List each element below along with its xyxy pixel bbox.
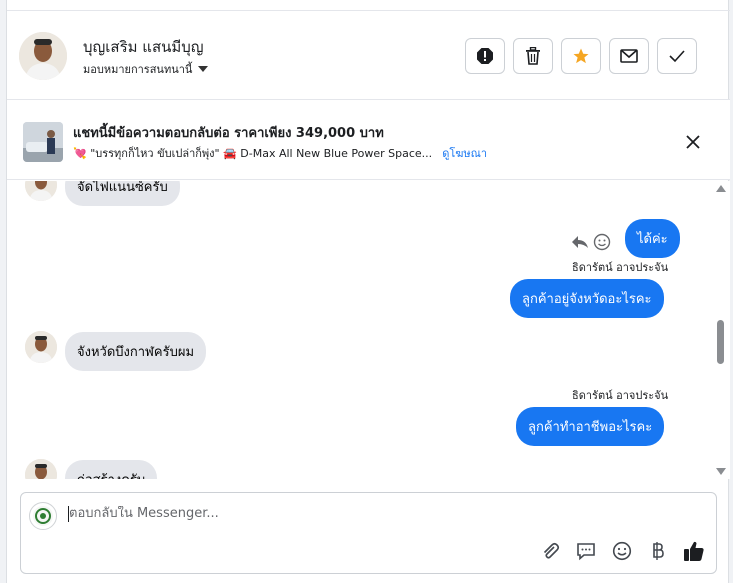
check-icon [669,50,685,63]
ad-subtitle-row: 💘 "บรรทุกก็ไหว ขับเปล่าก็พุ่ง" 🚘 D-Max A… [73,144,487,162]
react-emoji-icon[interactable] [593,233,611,251]
reply-input[interactable] [69,506,669,521]
ad-context-banner: แชทนี้มีข้อความตอบกลับต่อ ราคาเพียง 349,… [7,100,730,180]
contact-avatar-small [25,459,57,479]
page-avatar [29,502,57,530]
sender-name: ธิดารัตน์ อาจประจัน [572,261,669,274]
scroll-down-arrow-icon[interactable] [716,468,726,475]
composer-tools [539,540,705,562]
saved-reply-icon [577,543,595,561]
scroll-up-arrow-icon[interactable] [716,185,726,192]
message-outgoing[interactable]: ลูกค้าทำอาชีพอะไรคะ [516,407,665,446]
chevron-down-icon [198,66,209,72]
message-incoming[interactable]: จัดไฟแนนซ์ครับ [65,181,180,206]
send-like-button[interactable] [683,540,705,562]
close-icon [686,135,700,149]
ad-thumbnail[interactable] [23,122,63,162]
message-thread[interactable]: จัดไฟแนนซ์ครับ ได้ค่ะ ธิดารัตน์ อาจประจั… [7,181,730,479]
assign-label: มอบหมายการสนทนานี้ [83,63,193,76]
thumbs-up-icon [684,541,704,561]
mail-icon [620,49,638,63]
thread-scrollbar[interactable] [712,181,726,479]
mark-unread-button[interactable] [609,38,649,74]
message-outgoing[interactable]: ได้ค่ะ [625,219,680,258]
message-incoming[interactable]: จังหวัดบึงกาฬครับผม [65,332,207,371]
scrollbar-thumb[interactable] [717,320,724,364]
emoji-button[interactable] [611,540,633,562]
payment-button[interactable] [647,540,669,562]
message-actions [571,233,611,251]
inbox-frame: บุญเสริม แสนมีบุญ มอบหมายการสนทนานี้ แชท… [6,0,730,583]
star-icon [573,48,589,64]
delete-button[interactable] [513,38,553,74]
message-incoming[interactable]: ก่อสร้างครับ [65,460,158,479]
view-ad-link[interactable]: ดูโฆษณา [442,144,487,162]
contact-avatar[interactable] [19,32,67,80]
ad-subtitle: 💘 "บรรทุกก็ไหว ขับเปล่าก็พุ่ง" 🚘 D-Max A… [73,147,433,160]
reply-icon[interactable] [571,234,589,250]
reply-composer [20,492,717,574]
assign-dropdown[interactable]: มอบหมายการสนทนานี้ [83,60,209,78]
close-ad-banner-button[interactable] [683,132,703,152]
saved-replies-button[interactable] [575,540,597,562]
contact-name[interactable]: บุญเสริม แสนมีบุญ [83,35,204,59]
ad-title: แชทนี้มีข้อความตอบกลับต่อ ราคาเพียง 349,… [73,126,384,141]
star-button[interactable] [561,38,601,74]
message-outgoing[interactable]: ลูกค้าอยู่จังหวัดอะไรคะ [510,279,664,318]
mark-spam-button[interactable] [465,38,505,74]
contact-avatar-small [25,331,57,363]
header-actions [465,38,697,74]
sender-name: ธิดารัตน์ อาจประจัน [572,389,669,402]
emoji-icon [612,541,632,561]
conversation-header: บุญเสริม แสนมีบุญ มอบหมายการสนทนานี้ [7,11,730,100]
trash-icon [526,47,540,65]
contact-avatar-small [25,181,57,201]
attach-icon [543,542,560,559]
attach-button[interactable] [539,540,561,562]
mark-done-button[interactable] [657,38,697,74]
baht-icon [653,542,664,560]
spam-icon [477,48,493,64]
